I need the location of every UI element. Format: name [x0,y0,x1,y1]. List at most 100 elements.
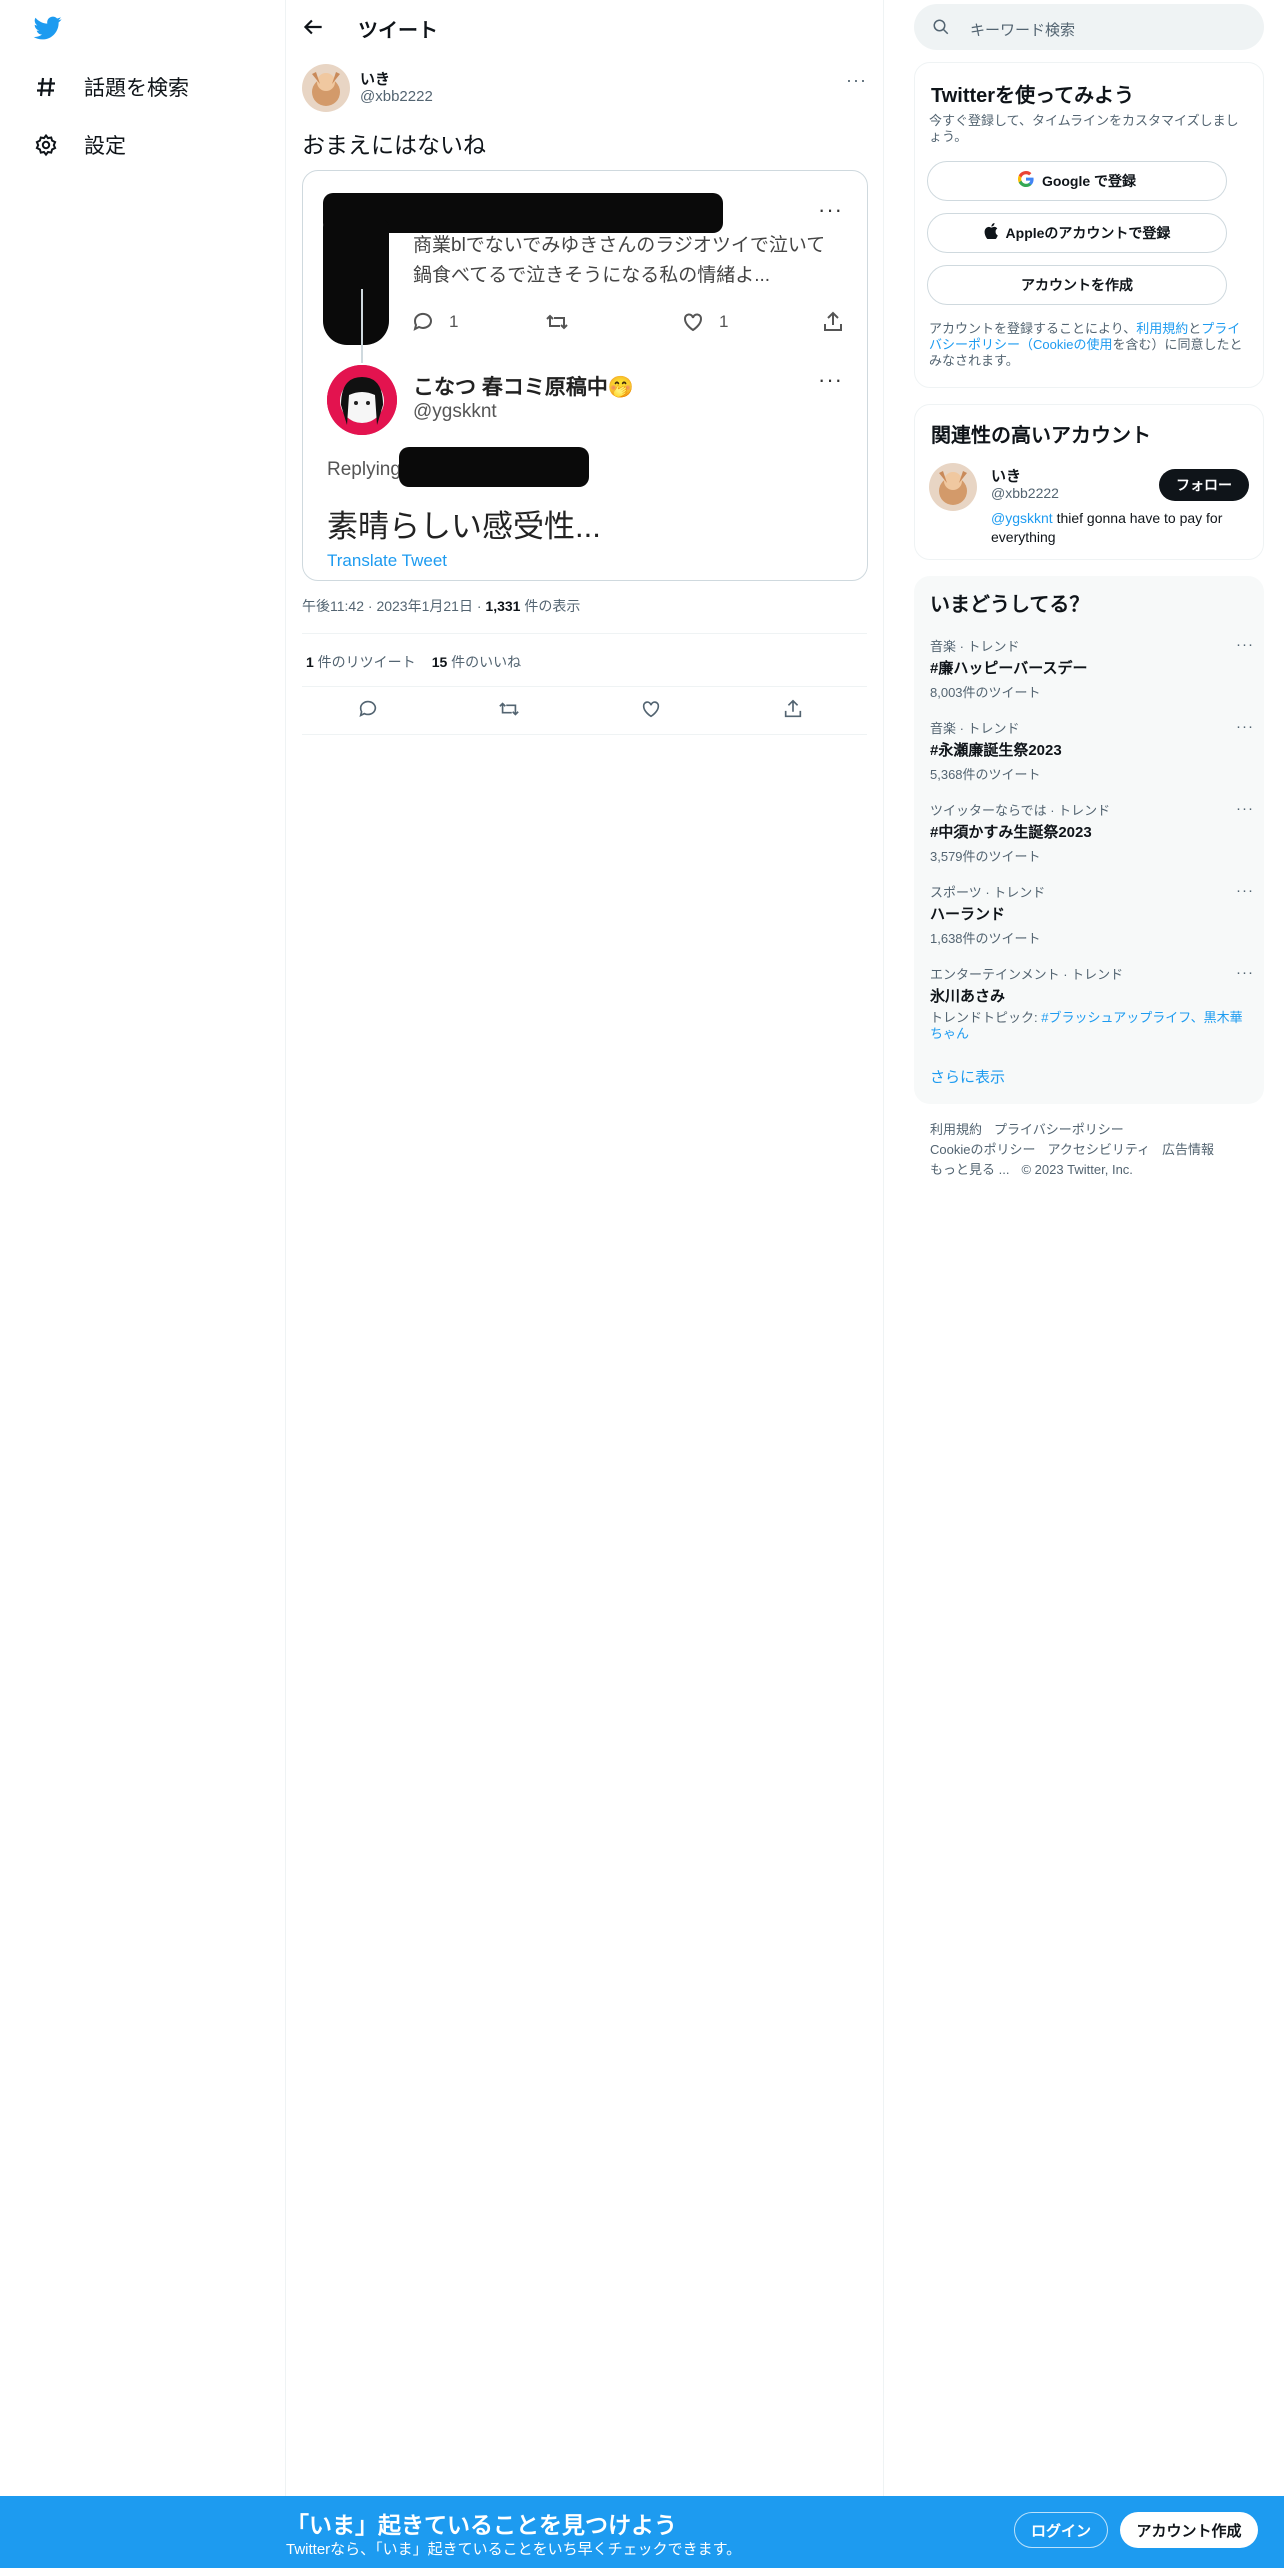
search-icon [933,19,949,35]
signup-panel: Twitterを使ってみよう 今すぐ登録して、タイムラインをカスタマイズしましょ… [914,62,1264,388]
related-bio: @ygskknt thief gonna have to pay for eve… [991,509,1251,547]
quoted-tweet-text: 商業blでないでみゆきさんのラジオツイで泣いて鍋食べてるで泣きそうになる私の情緒… [413,235,826,286]
tweet-image[interactable]: ··· 商業blでないでみゆきさんのラジオツイで泣いて鍋食べてるで泣きそうになる… [302,170,868,581]
follow-button[interactable]: フォロー [1159,469,1249,501]
login-button[interactable]: ログイン [1014,2512,1108,2548]
tweet-time[interactable]: 午後11:42 [302,598,364,614]
terms-notice: アカウントを登録することにより、利用規約とプライバシーポリシー（Cookieの使… [929,321,1251,369]
trend-category: 音楽 · トレンド [930,721,1020,736]
terms-prefix: アカウントを登録することにより、 [929,321,1137,336]
apple-icon [984,222,998,244]
signup-button[interactable]: アカウント作成 [1120,2512,1258,2548]
nav-item-explore-label: 話題を検索 [84,77,189,100]
reply-more-icon: ··· [818,367,843,392]
translate-link: Translate Tweet [327,551,448,570]
retweet-icon [546,314,568,330]
google-icon [1017,170,1034,192]
reply-author-handle: @ygskknt [413,401,497,422]
tweet-stats: 1 件のリツイート 15 件のいいね [306,652,521,672]
divider [302,734,867,735]
author-handle[interactable]: @xbb2222 [360,88,433,105]
trend-count: 1,638件のツイート [930,931,1041,946]
share-icon[interactable] [782,698,804,720]
trend-count: 3,579件のツイート [930,849,1041,864]
trend-name: ハーランド [930,906,1006,923]
trend-more-icon[interactable]: ··· [1236,636,1254,653]
footer-links: 利用規約 プライバシーポリシー Cookieのポリシー アクセシビリティ 広告情報 も… [930,1120,1226,1180]
create-account-label: アカウントを作成 [1021,277,1133,293]
trend-count: 5,368件のツイート [930,767,1041,782]
tweet-actions [302,692,867,728]
search-placeholder: キーワード検索 [970,22,1076,39]
like-stat[interactable]: 15 件のいいね [432,652,521,672]
avatar[interactable] [302,64,350,112]
left-nav: 話題を検索 設定 [0,0,285,2568]
apple-signup-button[interactable]: Appleのアカウントで登録 [927,213,1227,253]
screenshot-reply-count: 1 [449,312,459,331]
footer-cookie[interactable]: Cookieのポリシー [930,1142,1035,1157]
screenshot-like: 1 [681,310,728,334]
like-count: 15 [431,654,448,670]
retweet-count: 1 [306,654,314,670]
trend-more-icon[interactable]: ··· [1236,718,1254,735]
trend-topic-prefix: トレンドトピック: [930,1010,1042,1025]
nav-item-settings[interactable]: 設定 [34,130,126,160]
trend-item[interactable]: ツイッターならでは · トレンド #中須かすみ生誕祭2023 3,579件のツイ… [930,800,1253,865]
trend-name: #中須かすみ生誕祭2023 [930,824,1092,841]
terms-paren-open: （ [1020,337,1034,352]
signup-banner: 「いま」起きていることを見つけよう Twitterなら、「いま」起きていることを… [0,2496,1284,2568]
related-handle[interactable]: @xbb2222 [991,485,1059,501]
related-avatar[interactable] [929,463,977,511]
related-accounts-panel: 関連性の高いアカウント いき @xbb2222 フォロー @ygskknt th… [914,404,1264,560]
trend-more-icon[interactable]: ··· [1236,964,1254,981]
tweet-date[interactable]: 2023年1月21日 [376,598,473,614]
footer-terms[interactable]: 利用規約 [930,1122,982,1137]
trend-item[interactable]: 音楽 · トレンド #廉ハッピーバースデー 8,003件のツイート ··· [930,636,1253,701]
tweet-author: いき @xbb2222 ··· [302,64,867,116]
author-name[interactable]: いき [360,68,390,89]
create-account-button[interactable]: アカウントを作成 [927,265,1227,305]
footer-more[interactable]: もっと見る ... [930,1162,1009,1177]
more-options-icon[interactable]: ··· [846,70,867,91]
trend-category: ツイッターならでは · トレンド [930,803,1111,818]
replying-to-label: Replying [327,459,401,480]
retweet-stat[interactable]: 1 件のリツイート [306,652,416,672]
related-name[interactable]: いき [991,465,1021,486]
google-signup-button[interactable]: Google で登録 [927,161,1227,201]
trend-name: 氷川あさみ [930,988,1006,1005]
trend-item[interactable]: エンターテインメント · トレンド 氷川あさみ トレンドトピック: #ブラッシュ… [930,964,1253,1042]
cookie-link[interactable]: Cookieの使用 [1033,337,1112,352]
retweet-icon[interactable] [498,698,520,720]
like-label: 件のいいね [447,654,522,670]
bio-mention[interactable]: @ygskknt [991,510,1053,526]
divider [302,686,867,687]
nav-item-explore[interactable]: 話題を検索 [34,72,189,102]
gear-icon [35,133,57,157]
footer-privacy[interactable]: プライバシーポリシー [994,1122,1124,1137]
terms-link[interactable]: 利用規約 [1136,321,1188,336]
reply-icon[interactable] [357,698,379,720]
screenshot-more-icon: ··· [818,197,843,222]
divider [302,633,867,634]
screenshot-reply: 1 [411,310,458,334]
trend-item[interactable]: 音楽 · トレンド #永瀬廉誕生祭2023 5,368件のツイート ··· [930,718,1253,783]
tweet-meta: 午後11:42 · 2023年1月21日 · 1,331 件の表示 [302,596,580,616]
trend-more-icon[interactable]: ··· [1236,800,1254,817]
share-icon [824,311,842,331]
heart-icon[interactable] [640,698,662,720]
banner-subtitle: Twitterなら、「いま」起きていることをいち早くチェックできます。 [286,2541,742,2558]
footer-ads[interactable]: 広告情報 [1162,1142,1214,1157]
tweet-text: おまえにはないね [302,132,486,158]
search-input[interactable]: キーワード検索 [914,4,1264,50]
trend-more-icon[interactable]: ··· [1236,882,1254,899]
nav-item-settings-label: 設定 [84,135,126,158]
reply-text: 素晴らしい感受性... [327,509,601,544]
back-arrow-icon[interactable] [300,14,326,40]
footer-accessibility[interactable]: アクセシビリティ [1047,1142,1150,1157]
trend-category: エンターテインメント · トレンド [930,967,1124,982]
trend-item[interactable]: スポーツ · トレンド ハーランド 1,638件のツイート ··· [930,882,1253,947]
show-more-link[interactable]: さらに表示 [930,1066,1005,1087]
screenshot-share [821,310,845,334]
twitter-logo-icon[interactable] [32,14,64,42]
divider [883,0,884,2568]
